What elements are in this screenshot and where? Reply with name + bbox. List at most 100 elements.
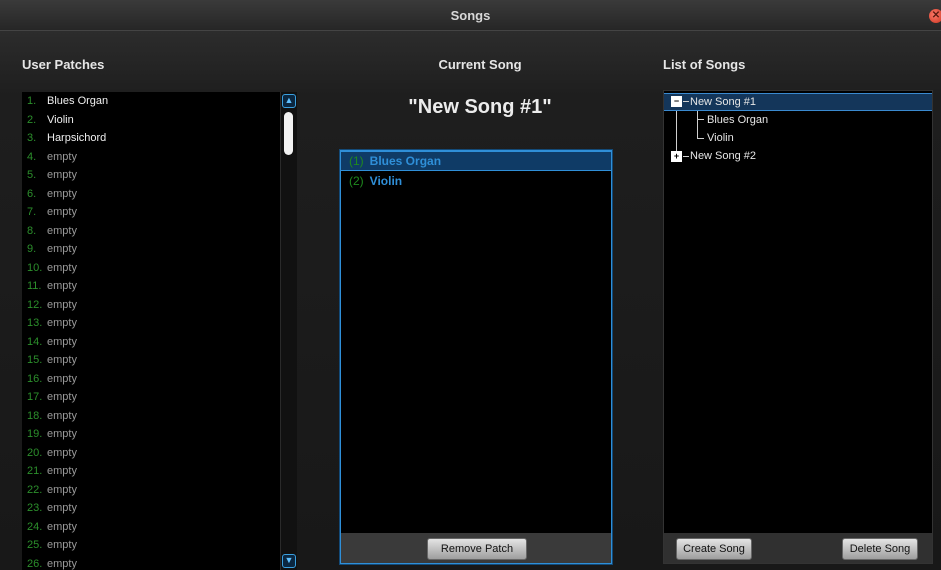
patch-number: 14. [27, 335, 43, 348]
tree-item-child[interactable]: Blues Organ [707, 111, 768, 129]
tree-connector [697, 138, 704, 139]
patch-number: 2. [27, 113, 37, 126]
patch-number: 24. [27, 520, 43, 533]
patch-list-item[interactable]: 11. empty [22, 277, 280, 296]
patch-list-item[interactable]: 13. empty [22, 314, 280, 333]
patch-number: 11. [27, 280, 42, 292]
tree-item-song-2[interactable]: + New Song #2 [664, 147, 932, 165]
patch-list-item[interactable]: 25. empty [22, 536, 280, 555]
patch-list-item[interactable]: 24. empty [22, 518, 280, 537]
patch-number: 7. [27, 206, 37, 218]
patch-list-item[interactable]: 12. empty [22, 296, 280, 315]
patch-name: empty [47, 224, 77, 237]
patch-list-item[interactable]: 22. empty [22, 481, 280, 500]
patch-name: empty [47, 335, 77, 348]
user-patches-list[interactable]: 1. Blues Organ 2. Violin 3. Harpsichord 4. empt… [22, 92, 280, 570]
expand-icon[interactable]: + [671, 151, 682, 162]
current-song-patches[interactable]: (1) Blues Organ (2) Violin Remove Patch [340, 150, 612, 564]
patch-name: empty [47, 317, 77, 329]
patch-name: empty [47, 557, 77, 570]
scroll-up-icon[interactable]: ▲ [282, 94, 296, 108]
current-patch-number: (1) [349, 154, 364, 168]
patch-number: 3. [27, 132, 37, 144]
patch-number: 17. [27, 391, 43, 403]
patch-number: 22. [27, 483, 43, 496]
patch-name: empty [47, 280, 77, 292]
patch-number: 12. [27, 298, 43, 311]
current-song-patch-item[interactable]: (2) Violin [341, 171, 611, 191]
patch-name: empty [47, 372, 77, 385]
patch-name: empty [47, 483, 77, 496]
patch-number: 4. [27, 150, 37, 163]
patch-list-item[interactable]: 20. empty [22, 444, 280, 463]
current-song-name: "New Song #1" [408, 96, 552, 118]
patch-list-scrollbar[interactable]: ▲ ▼ [280, 92, 297, 570]
patch-list-item[interactable]: 2. Violin [22, 111, 280, 130]
current-patch-name: Violin [369, 174, 403, 188]
patch-list-item[interactable]: 1. Blues Organ [22, 92, 280, 111]
tree-item-child[interactable]: Violin [707, 129, 734, 147]
patch-name: empty [47, 150, 77, 163]
patch-list-item[interactable]: 8. empty [22, 222, 280, 241]
current-patch-number: (2) [349, 174, 364, 188]
patch-number: 16. [27, 372, 43, 385]
patch-name: empty [47, 187, 77, 200]
patch-list-item[interactable]: 14. empty [22, 333, 280, 352]
tree-connector [697, 119, 704, 120]
patch-name: empty [47, 465, 77, 477]
scroll-down-icon[interactable]: ▼ [282, 554, 296, 568]
delete-song-button[interactable]: Delete Song [842, 538, 918, 560]
patch-number: 23. [27, 502, 43, 514]
scroll-thumb[interactable] [284, 112, 293, 155]
patch-list-item[interactable]: 21. empty [22, 462, 280, 481]
patch-number: 19. [27, 428, 43, 440]
patch-name: empty [47, 169, 77, 181]
patch-number: 15. [27, 354, 43, 366]
patch-name: empty [47, 206, 77, 218]
patch-name: empty [47, 391, 77, 403]
patch-number: 13. [27, 317, 43, 329]
title-bar: Songs ✕ [0, 0, 941, 31]
patch-list-item[interactable]: 18. empty [22, 407, 280, 426]
patch-name: Violin [47, 113, 74, 126]
patch-list-item[interactable]: 4. empty [22, 148, 280, 167]
patch-name: Blues Organ [47, 95, 109, 107]
patch-name: empty [47, 409, 77, 422]
current-song-patch-item[interactable]: (1) Blues Organ [341, 151, 611, 171]
collapse-icon[interactable]: − [671, 96, 682, 107]
close-icon[interactable]: ✕ [929, 9, 941, 23]
patch-list-item[interactable]: 26. empty [22, 555, 280, 570]
patch-number: 8. [27, 224, 37, 237]
tree-item-label: New Song #1 [690, 96, 757, 108]
patch-list-item[interactable]: 5. empty [22, 166, 280, 185]
patch-number: 9. [27, 243, 37, 255]
patch-name: empty [47, 428, 77, 440]
create-song-button[interactable]: Create Song [676, 538, 752, 560]
current-song-heading: Current Song [438, 57, 522, 72]
current-song-footer: Remove Patch [341, 533, 611, 563]
patch-name: empty [47, 261, 77, 274]
list-of-songs-heading: List of Songs [663, 57, 746, 72]
patch-name: empty [47, 298, 77, 311]
remove-patch-button[interactable]: Remove Patch [427, 538, 527, 560]
patch-list-item[interactable]: 23. empty [22, 499, 280, 518]
patch-name: empty [47, 539, 77, 551]
patch-list-item[interactable]: 10. empty [22, 259, 280, 278]
current-patch-name: Blues Organ [369, 154, 442, 168]
patch-list-item[interactable]: 7. empty [22, 203, 280, 222]
patch-list-item[interactable]: 3. Harpsichord [22, 129, 280, 148]
song-tree[interactable]: − New Song #1 Blues Organ Violin + New S… [663, 90, 933, 564]
patch-list-item[interactable]: 19. empty [22, 425, 280, 444]
patch-number: 5. [27, 169, 37, 181]
patch-number: 26. [27, 557, 43, 570]
patch-list-item[interactable]: 16. empty [22, 370, 280, 389]
patch-list-item[interactable]: 17. empty [22, 388, 280, 407]
patch-name: empty [47, 520, 77, 533]
patch-number: 10. [27, 261, 43, 274]
patch-name: Harpsichord [47, 132, 107, 144]
user-patches-heading: User Patches [22, 57, 105, 72]
tree-item-song-1[interactable]: − New Song #1 [664, 93, 932, 111]
patch-list-item[interactable]: 6. empty [22, 185, 280, 204]
patch-list-item[interactable]: 15. empty [22, 351, 280, 370]
patch-list-item[interactable]: 9. empty [22, 240, 280, 259]
